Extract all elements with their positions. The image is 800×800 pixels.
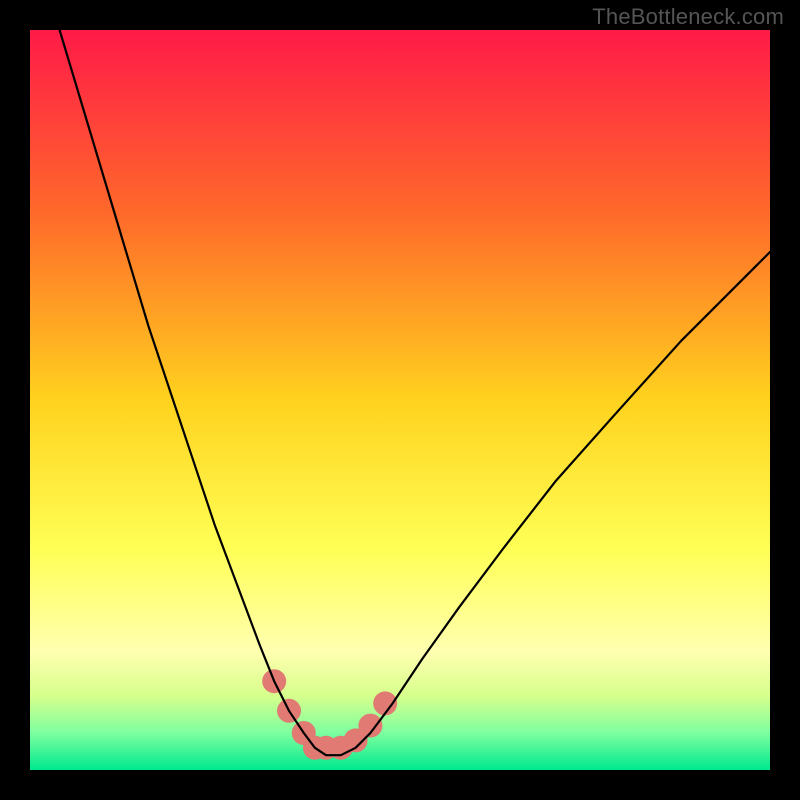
chart-frame: TheBottleneck.com — [0, 0, 800, 800]
heat-background — [30, 30, 770, 770]
watermark-label: TheBottleneck.com — [592, 4, 784, 30]
plot-area — [30, 30, 770, 770]
chart-svg — [30, 30, 770, 770]
